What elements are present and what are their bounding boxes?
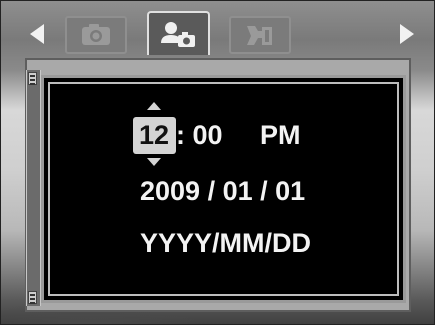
nav-right-arrow-icon[interactable] — [400, 24, 414, 44]
camera-icon — [82, 24, 110, 45]
person-camera-icon — [161, 22, 195, 47]
scroll-bottom-handle-icon[interactable] — [28, 291, 37, 304]
scrollbar[interactable] — [26, 70, 41, 306]
tab-tools[interactable] — [229, 16, 291, 54]
ampm-value[interactable]: PM — [260, 120, 301, 151]
tab-setup[interactable] — [147, 11, 210, 55]
minute-value[interactable]: : 00 — [176, 120, 223, 151]
hour-up-arrow-icon[interactable] — [147, 102, 161, 110]
date-format-value[interactable]: YYYY/MM/DD — [140, 228, 311, 259]
nav-left-arrow-icon[interactable] — [30, 24, 44, 44]
date-value[interactable]: 2009 / 01 / 01 — [140, 176, 305, 207]
wrench-icon — [247, 26, 272, 45]
tab-camera[interactable] — [65, 16, 127, 54]
hour-down-arrow-icon[interactable] — [147, 158, 161, 166]
hour-value[interactable]: 12 — [139, 120, 169, 151]
scroll-top-handle-icon[interactable] — [28, 72, 37, 85]
